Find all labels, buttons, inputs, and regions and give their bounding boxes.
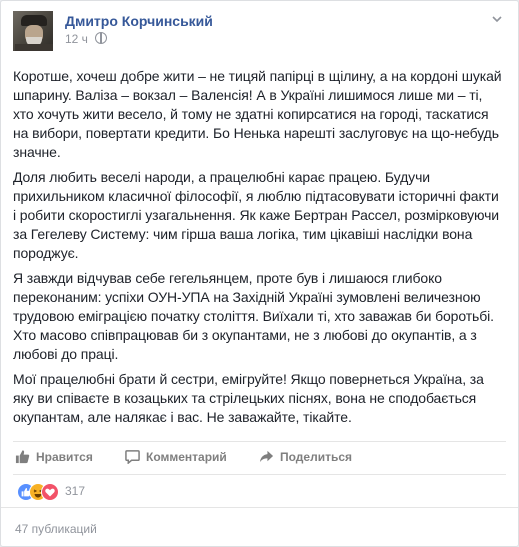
chevron-down-icon[interactable] bbox=[490, 13, 504, 27]
post-paragraph: Мої працелюбні брати й сестри, емігруйте… bbox=[13, 371, 484, 425]
post-card: Дмитро Корчинський 12 ч Коротше, хочеш д… bbox=[0, 0, 519, 547]
like-button[interactable]: Нравится bbox=[15, 449, 93, 467]
love-reaction-icon bbox=[41, 483, 59, 501]
avatar-coat bbox=[15, 44, 53, 51]
post-body: Коротше, хочеш добре жити – не тицяй пап… bbox=[13, 67, 503, 433]
post-actions: Нравится Комментарий Поделиться bbox=[13, 441, 506, 475]
share-button[interactable]: Поделиться bbox=[259, 449, 352, 467]
share-label: Поделиться bbox=[280, 450, 353, 464]
post-paragraph: Коротше, хочеш добре жити – не тицяй пап… bbox=[13, 68, 502, 160]
chevron-down-svg bbox=[492, 16, 502, 23]
post-timestamp[interactable]: 12 ч bbox=[65, 32, 88, 46]
post-meta: 12 ч bbox=[65, 32, 108, 46]
post-header: Дмитро Корчинський 12 ч bbox=[13, 11, 506, 55]
like-label: Нравится bbox=[36, 450, 93, 464]
avatar[interactable] bbox=[13, 11, 53, 51]
thumbs-up-icon bbox=[15, 449, 30, 467]
comment-icon bbox=[125, 449, 140, 467]
reactions-count: 317 bbox=[65, 484, 86, 498]
globe-icon bbox=[95, 32, 108, 44]
comment-button[interactable]: Комментарий bbox=[125, 449, 227, 467]
post-footer: 47 публикаций bbox=[1, 507, 518, 546]
share-icon bbox=[259, 449, 274, 467]
post-paragraph: Я завжди відчував себе гегельянцем, прот… bbox=[13, 270, 494, 362]
shares-count[interactable]: 47 публикаций bbox=[15, 522, 97, 536]
comment-label: Комментарий bbox=[146, 450, 227, 464]
post-paragraph: Доля любить веселі народи, а працелюбні … bbox=[13, 169, 499, 261]
author-name[interactable]: Дмитро Корчинський bbox=[65, 13, 213, 29]
